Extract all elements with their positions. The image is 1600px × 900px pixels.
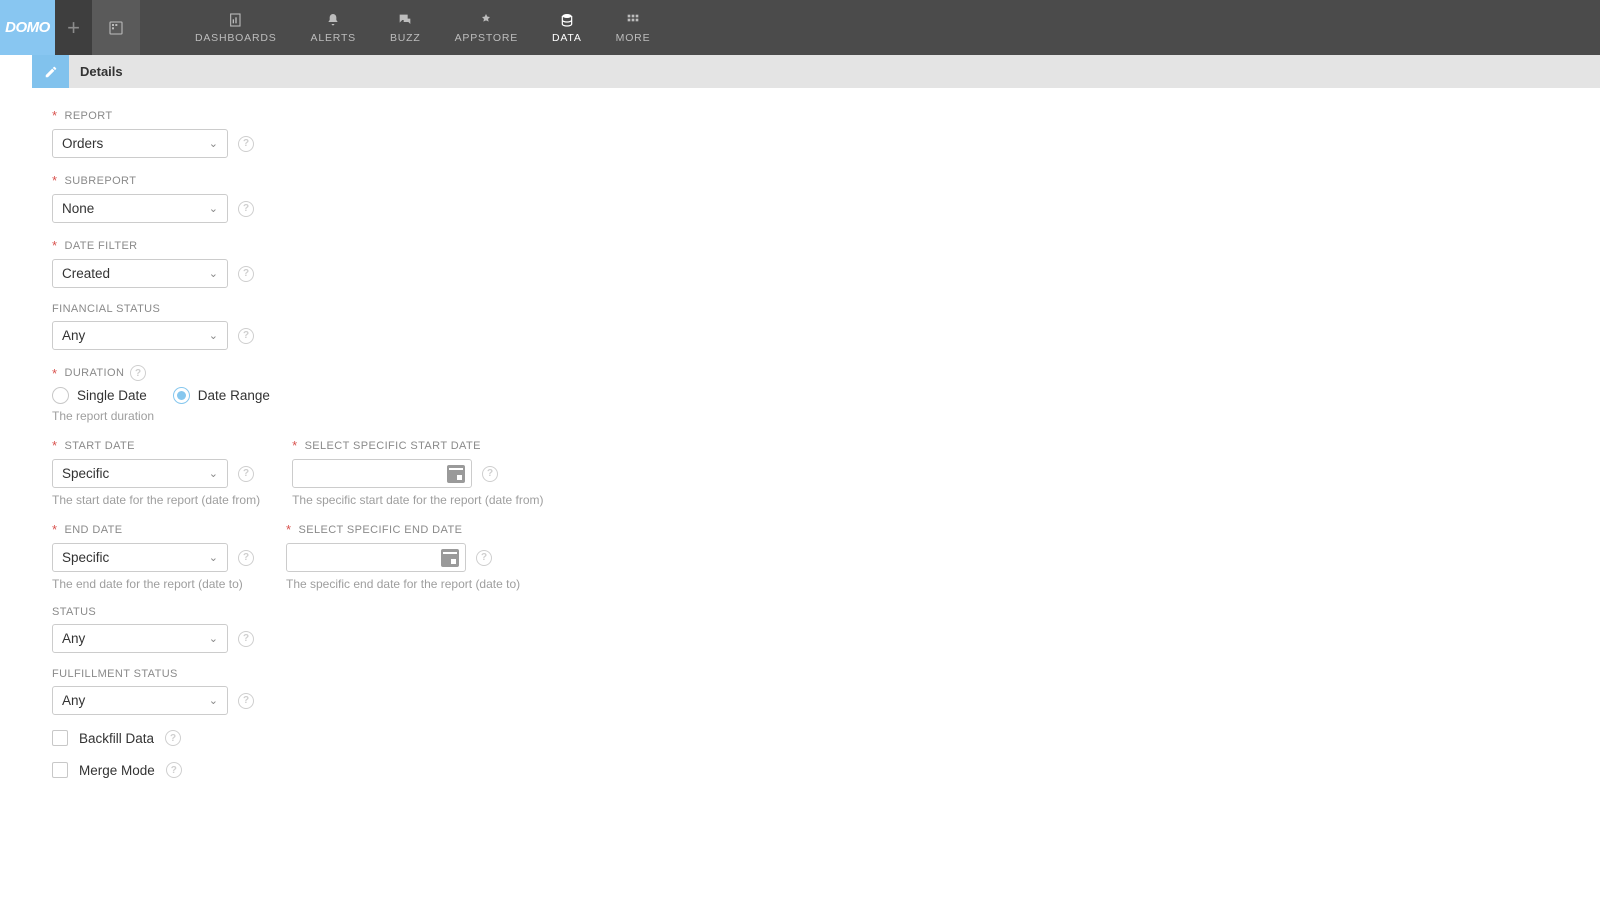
- help-icon[interactable]: ?: [165, 730, 181, 746]
- merge-mode-row: Merge Mode ?: [52, 762, 1600, 778]
- backfill-checkbox[interactable]: [52, 730, 68, 746]
- help-icon[interactable]: ?: [238, 266, 254, 282]
- end-date-hint: The end date for the report (date to): [52, 577, 254, 591]
- chevron-down-icon: ⌄: [209, 137, 218, 150]
- start-date-value: Specific: [62, 466, 109, 481]
- pencil-icon: [44, 65, 58, 79]
- page-tab[interactable]: [92, 0, 140, 55]
- help-icon[interactable]: ?: [238, 201, 254, 217]
- help-icon[interactable]: ?: [238, 136, 254, 152]
- duration-single-option[interactable]: Single Date: [52, 387, 147, 404]
- help-icon[interactable]: ?: [130, 365, 146, 381]
- chevron-down-icon: ⌄: [209, 467, 218, 480]
- nav-data-label: DATA: [552, 32, 582, 44]
- details-title: Details: [69, 55, 123, 88]
- end-date-specific-label: *SELECT SPECIFIC END DATE: [286, 522, 520, 537]
- radio-icon: [52, 387, 69, 404]
- help-icon[interactable]: ?: [238, 631, 254, 647]
- radio-icon: [173, 387, 190, 404]
- calendar-icon: [447, 465, 465, 483]
- help-icon[interactable]: ?: [166, 762, 182, 778]
- nav-data[interactable]: DATA: [535, 0, 599, 55]
- status-select[interactable]: Any ⌄: [52, 624, 228, 653]
- help-icon[interactable]: ?: [238, 466, 254, 482]
- date-filter-value: Created: [62, 266, 110, 281]
- start-date-specific-input[interactable]: [292, 459, 472, 488]
- chevron-down-icon: ⌄: [209, 694, 218, 707]
- report-label: *REPORT: [52, 108, 254, 123]
- nav-alerts[interactable]: ALERTS: [294, 0, 373, 55]
- fulfillment-status-value: Any: [62, 693, 85, 708]
- status-label: STATUS: [52, 606, 254, 618]
- end-date-value: Specific: [62, 550, 109, 565]
- chevron-down-icon: ⌄: [209, 202, 218, 215]
- fulfillment-status-select[interactable]: Any ⌄: [52, 686, 228, 715]
- nav-dashboards-label: DASHBOARDS: [195, 32, 277, 44]
- help-icon[interactable]: ?: [238, 693, 254, 709]
- report-select[interactable]: Orders ⌄: [52, 129, 228, 158]
- end-date-select[interactable]: Specific ⌄: [52, 543, 228, 572]
- date-filter-label: *DATE FILTER: [52, 238, 254, 253]
- chat-icon: [397, 12, 413, 28]
- nav-alerts-label: ALERTS: [311, 32, 356, 44]
- nav-appstore-label: APPSTORE: [455, 32, 518, 44]
- start-date-hint: The start date for the report (date from…: [52, 493, 260, 507]
- backfill-label: Backfill Data: [79, 731, 154, 746]
- page-tab-icon: [108, 20, 124, 36]
- help-icon[interactable]: ?: [476, 550, 492, 566]
- appstore-icon: [478, 12, 494, 28]
- dashboards-icon: [228, 12, 244, 28]
- backfill-data-row: Backfill Data ?: [52, 730, 1600, 746]
- chevron-down-icon: ⌄: [209, 267, 218, 280]
- financial-status-select[interactable]: Any ⌄: [52, 321, 228, 350]
- end-date-specific-input[interactable]: [286, 543, 466, 572]
- merge-checkbox[interactable]: [52, 762, 68, 778]
- brand-logo[interactable]: DOMO: [0, 0, 55, 55]
- help-icon[interactable]: ?: [482, 466, 498, 482]
- end-date-specific-hint: The specific end date for the report (da…: [286, 577, 520, 591]
- chevron-down-icon: ⌄: [209, 632, 218, 645]
- new-tab-button[interactable]: +: [55, 0, 92, 55]
- nav-buzz-label: BUZZ: [390, 32, 421, 44]
- start-date-label: *START DATE: [52, 438, 260, 453]
- start-date-select[interactable]: Specific ⌄: [52, 459, 228, 488]
- duration-range-label: Date Range: [198, 388, 270, 403]
- grid-icon: [625, 12, 641, 28]
- nav-more-label: MORE: [616, 32, 651, 44]
- help-icon[interactable]: ?: [238, 328, 254, 344]
- subreport-select[interactable]: None ⌄: [52, 194, 228, 223]
- date-filter-select[interactable]: Created ⌄: [52, 259, 228, 288]
- duration-single-label: Single Date: [77, 388, 147, 403]
- end-date-label: *END DATE: [52, 522, 254, 537]
- chevron-down-icon: ⌄: [209, 329, 218, 342]
- details-bar: Details: [32, 55, 1600, 88]
- start-date-specific-label: *SELECT SPECIFIC START DATE: [292, 438, 543, 453]
- subreport-value: None: [62, 201, 94, 216]
- duration-range-option[interactable]: Date Range: [173, 387, 270, 404]
- chevron-down-icon: ⌄: [209, 551, 218, 564]
- database-icon: [559, 12, 575, 28]
- calendar-icon: [441, 549, 459, 567]
- duration-hint: The report duration: [52, 409, 270, 423]
- top-navbar: DOMO + DASHBOARDS ALERTS BUZZ APPSTORE D…: [0, 0, 1600, 55]
- form-area: *REPORT Orders ⌄ ? *SUBREPORT None ⌄ ?: [0, 88, 1600, 834]
- financial-status-value: Any: [62, 328, 85, 343]
- edit-section-icon[interactable]: [32, 55, 69, 88]
- nav-more[interactable]: MORE: [599, 0, 668, 55]
- nav-buzz[interactable]: BUZZ: [373, 0, 438, 55]
- status-value: Any: [62, 631, 85, 646]
- financial-status-label: FINANCIAL STATUS: [52, 303, 254, 315]
- report-value: Orders: [62, 136, 103, 151]
- fulfillment-status-label: FULFILLMENT STATUS: [52, 668, 254, 680]
- nav-dashboards[interactable]: DASHBOARDS: [178, 0, 294, 55]
- merge-label: Merge Mode: [79, 763, 155, 778]
- duration-label: *DURATION ?: [52, 365, 270, 381]
- nav-appstore[interactable]: APPSTORE: [438, 0, 535, 55]
- subreport-label: *SUBREPORT: [52, 173, 254, 188]
- bell-icon: [325, 12, 341, 28]
- start-date-specific-hint: The specific start date for the report (…: [292, 493, 543, 507]
- help-icon[interactable]: ?: [238, 550, 254, 566]
